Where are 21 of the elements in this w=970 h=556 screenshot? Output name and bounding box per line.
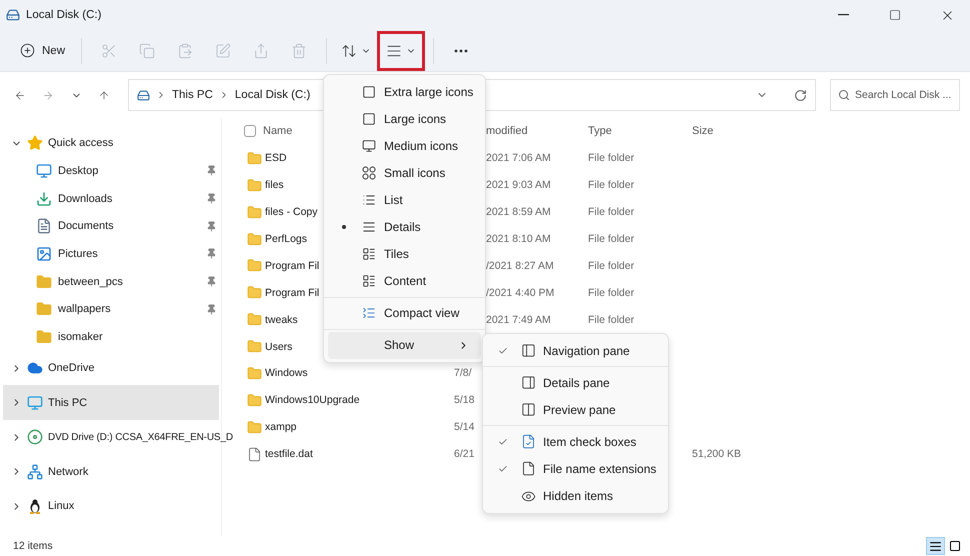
date-cell-text: 5/18 bbox=[454, 394, 476, 406]
type-cell-text: File folder bbox=[588, 314, 636, 326]
type-cell-text: File folder bbox=[588, 233, 636, 245]
type-cell-text: File folder bbox=[588, 260, 636, 272]
type-cell-text: File folder bbox=[588, 286, 636, 299]
date-cell-text: 6/21 bbox=[454, 448, 476, 460]
date-cell-text: 2021 7:06 AM bbox=[486, 152, 552, 164]
type-cell-text: File folder bbox=[588, 152, 636, 164]
size-cell-text: 51,200 KB bbox=[692, 448, 742, 460]
date-cell-text: 5/14 bbox=[454, 421, 476, 434]
window-title: Local Disk (C:) bbox=[26, 9, 102, 21]
date-cell-text: 7/8/ bbox=[454, 367, 473, 380]
type-cell-text: File folder bbox=[588, 206, 636, 218]
date-cell-text: 2021 8:10 AM bbox=[486, 233, 552, 245]
date-cell-text: 2021 8:59 AM bbox=[486, 206, 552, 218]
date-cell-text: /2021 4:40 PM bbox=[486, 286, 556, 299]
type-cell-text: File folder bbox=[588, 179, 636, 192]
date-cell-text: 2021 7:49 AM bbox=[486, 314, 552, 326]
date-cell-text: 2021 9:03 AM bbox=[486, 179, 552, 192]
item-count: 12 items bbox=[13, 540, 54, 552]
date-cell-text: /2021 8:27 AM bbox=[486, 260, 555, 272]
